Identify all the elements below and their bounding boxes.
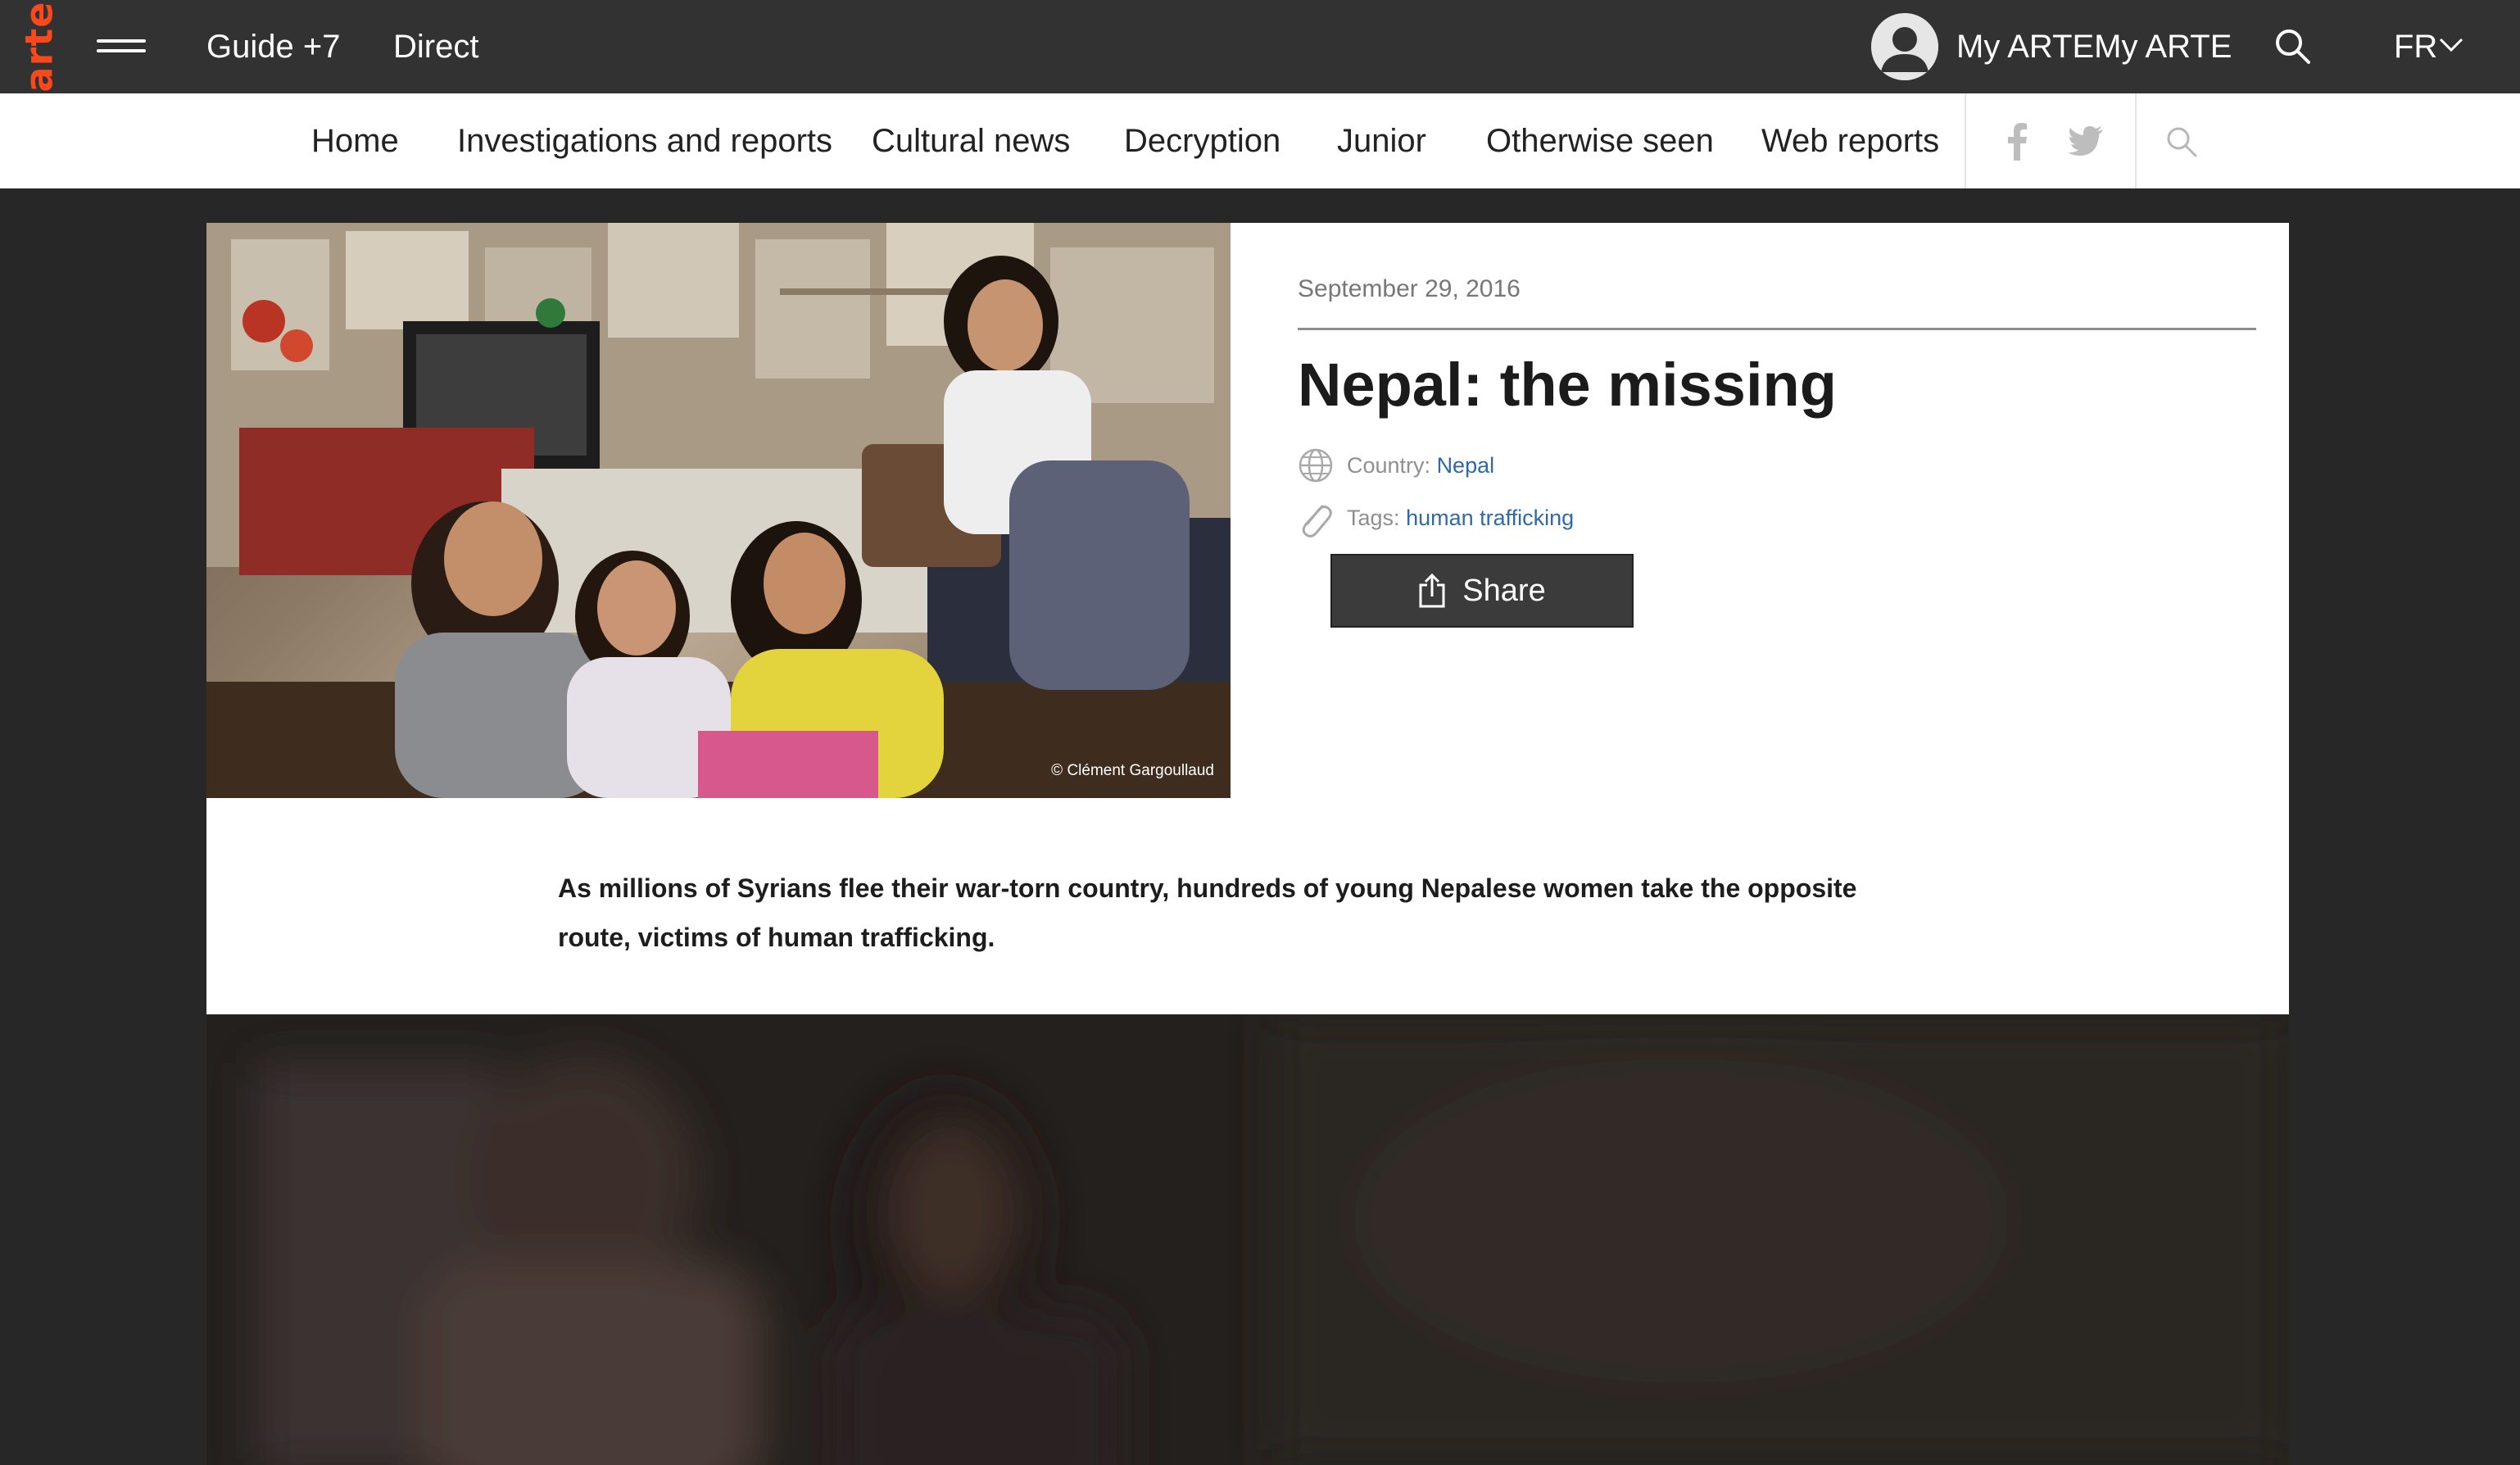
arte-logo[interactable]: arte: [16, 2, 61, 93]
nav-item-investigations[interactable]: Investigations and reports: [457, 118, 832, 164]
title-divider: [1298, 328, 2256, 330]
video-player[interactable]: [206, 1014, 2289, 1465]
nav-item-junior[interactable]: Junior: [1337, 118, 1426, 164]
avatar-icon[interactable]: [1871, 13, 1938, 80]
search-icon[interactable]: [2273, 26, 2314, 67]
nav-item-otherwise-seen[interactable]: Otherwise seen: [1486, 118, 1714, 164]
share-button[interactable]: Share: [1330, 554, 1634, 628]
article-photo: © Clément Gargoullaud: [206, 223, 1231, 798]
tag-link[interactable]: human trafficking: [1406, 506, 1574, 530]
nav-item-decryption[interactable]: Decryption: [1124, 118, 1280, 164]
menu-icon[interactable]: [97, 36, 147, 56]
country-link[interactable]: Nepal: [1437, 453, 1495, 478]
top-bar: arte Guide +7 Direct My ARTEMy ARTE FR: [0, 0, 2520, 93]
country-row: Country: Nepal: [1347, 449, 1494, 482]
article-lead: As millions of Syrians flee their war-to…: [558, 873, 1857, 952]
language-selector[interactable]: FR: [2394, 23, 2437, 70]
my-arte-link[interactable]: My ARTEMy ARTE: [1956, 23, 2232, 70]
photo-credit: © Clément Gargoullaud: [1051, 762, 1214, 779]
tags-label: Tags:: [1347, 506, 1400, 530]
nav-divider: [2135, 93, 2137, 188]
globe-icon: [1298, 447, 1334, 487]
share-label: Share: [1462, 573, 1546, 608]
section-nav: Home Investigations and reports Cultural…: [0, 93, 2520, 188]
nav-item-cultural-news[interactable]: Cultural news: [872, 118, 1070, 164]
country-label: Country:: [1347, 453, 1431, 478]
nav-divider: [1965, 93, 1966, 188]
article-title: Nepal: the missing: [1298, 351, 1837, 419]
arte-logo-text: arte: [16, 1, 61, 93]
article-date: September 29, 2016: [1298, 275, 1521, 302]
chevron-down-icon[interactable]: [2438, 36, 2464, 54]
guide-link[interactable]: Guide +7: [206, 23, 340, 70]
photo-illustration: [206, 223, 1231, 798]
paperclip-icon: [1298, 500, 1334, 542]
nav-item-home[interactable]: Home: [311, 118, 399, 164]
direct-link[interactable]: Direct: [393, 23, 478, 70]
nav-search-icon[interactable]: [2164, 125, 2199, 162]
nav-item-web-reports[interactable]: Web reports: [1761, 118, 1939, 164]
share-icon: [1419, 574, 1445, 608]
twitter-icon[interactable]: [2068, 126, 2104, 159]
facebook-icon[interactable]: [2006, 121, 2028, 164]
tags-row: Tags: human trafficking: [1347, 501, 1574, 534]
video-preview: [206, 1014, 2289, 1465]
